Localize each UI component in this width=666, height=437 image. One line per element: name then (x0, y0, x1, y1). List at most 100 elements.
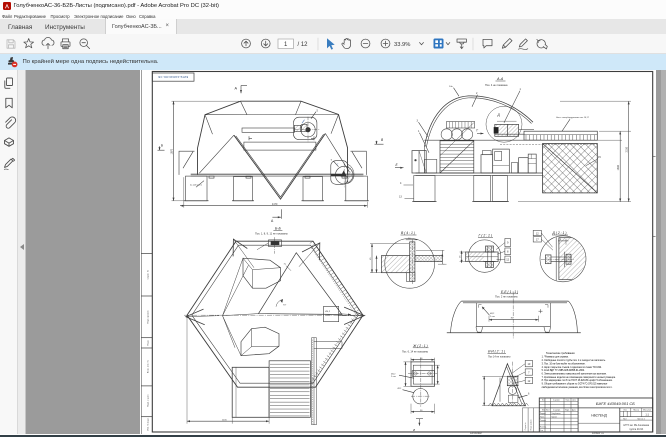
svg-text:Лит.: Лит. (624, 410, 628, 412)
svg-text:Масса: Масса (634, 410, 641, 412)
svg-text:Поз 14 не показано: Поз 14 не показано (488, 356, 511, 359)
svg-text:25: 25 (460, 255, 462, 258)
svg-text:12: 12 (536, 232, 539, 236)
svg-text:Технические требования: Технические требования (546, 352, 575, 355)
svg-text:Изм: Изм (542, 400, 545, 402)
svg-text:Е: Е (396, 163, 399, 167)
svg-text:Справ. №: Справ. № (524, 423, 527, 431)
svg-text:Инв. № подл.: Инв. № подл. (147, 418, 150, 431)
svg-text:70°: 70° (283, 305, 286, 307)
svg-text:Ж ( 2 : 1 ): Ж ( 2 : 1 ) (412, 344, 427, 348)
svg-text:БИГЕ.443049.001 СБ: БИГЕ.443049.001 СБ (158, 75, 188, 79)
svg-text:НБСТЕНД: НБСТЕНД (591, 414, 607, 418)
svg-text:3. Поз. 10 на боке выбег на о: 3. Поз. 10 на боке выбег на обозначение. (542, 364, 586, 366)
svg-text:Утв.: Утв. (540, 430, 544, 432)
svg-text:6. Электромеханизмы поверхнос: 6. Электромеханизмы поверхностей креплен… (542, 373, 607, 376)
svg-text:Подп. и дата: Подп. и дата (148, 394, 150, 407)
svg-text:Справ. №: Справ. № (147, 270, 150, 280)
svg-text:группа 20-ЛА: группа 20-ЛА (629, 428, 643, 431)
svg-text:1870: 1870 (170, 149, 173, 155)
svg-text:4. Акрил покрытие стыков с из: 4. Акрил покрытие стыков с изделием по с… (542, 366, 603, 369)
svg-text:7: 7 (528, 371, 530, 375)
svg-text:4170: 4170 (272, 203, 278, 206)
svg-text:1: 1 (418, 130, 420, 133)
svg-text:3: 3 (416, 120, 418, 123)
svg-text:Д ( 2 : 1 ): Д ( 2 : 1 ) (551, 231, 566, 235)
svg-text:Г ( 2 : 1 ): Г ( 2 : 1 ) (478, 234, 491, 238)
svg-text:Б-Б: Б-Б (275, 227, 282, 231)
svg-text:45: 45 (370, 257, 372, 260)
svg-text:Дата: Дата (572, 410, 576, 412)
svg-text:№ докум.: № докум. (553, 399, 560, 402)
svg-text:Б: Б (161, 144, 163, 148)
svg-text:Часть спецоборудования поз. 16: Часть спецоборудования поз. 16,17 (556, 117, 589, 119)
svg-text:И: И (413, 428, 415, 432)
svg-text:2 отв.: 2 отв. (490, 316, 496, 318)
svg-text:10: 10 (527, 362, 530, 366)
svg-text:Т.контр.: Т.контр. (540, 420, 547, 422)
svg-text:Г: Г (476, 129, 478, 133)
svg-text:Н.контр.: Н.контр. (540, 427, 547, 429)
svg-text:Г: Г (337, 163, 339, 167)
svg-text:1. *Размеры для справок.: 1. *Размеры для справок. (542, 357, 569, 359)
svg-text:9. Общие требования к сборке: 9. Общие требования к сборке по ОСТ4 ГО.… (542, 384, 608, 386)
svg-text:/ 12: / 12 (298, 42, 309, 48)
svg-text:Голубченко: Голубченко (551, 413, 560, 415)
svg-text:2. Свободные полости трубы по: 2. Свободные полости трубы поз. 1 и гнез… (542, 360, 607, 362)
svg-text:Подп.: Подп. (565, 410, 570, 412)
svg-text:5: 5 (317, 110, 319, 113)
svg-text:Куркин: Куркин (551, 417, 556, 419)
svg-text:Подп.: Подп. (565, 400, 570, 402)
svg-text:8: 8 (507, 250, 509, 254)
svg-text:Взам. инв. №: Взам. инв. № (147, 360, 150, 374)
svg-text:Листов 1: Листов 1 (637, 419, 645, 421)
svg-text:БИГЕ 443049.001 СБ: БИГЕ 443049.001 СБ (596, 401, 635, 406)
svg-text:НГТУ им. Р.Е.Алексеева: НГТУ им. Р.Е.Алексеева (623, 424, 649, 427)
svg-text:Перв. примен.: Перв. примен. (148, 310, 150, 324)
svg-text:Е-Е ( 1 : 1 ): Е-Е ( 1 : 1 ) (501, 290, 518, 294)
svg-text:Ø4,2: Ø4,2 (490, 313, 494, 315)
svg-text:14а: 14а (449, 86, 453, 88)
svg-text:Лист: Лист (623, 419, 627, 421)
svg-text:2: 2 (476, 92, 478, 95)
svg-text:№ докум.: № докум. (553, 409, 561, 412)
svg-text:И-И ( 2 : 1 ): И-И ( 2 : 1 ) (488, 350, 505, 354)
svg-text:А: А (271, 219, 274, 223)
svg-text:4 отв.: 4 отв. (325, 315, 331, 317)
svg-text:Разраб.: Разраб. (540, 413, 547, 415)
svg-text:Ø12: Ø12 (398, 388, 402, 390)
svg-text:1: 1 (519, 88, 521, 91)
svg-text:Дата: Дата (572, 400, 576, 402)
svg-text:81: 81 (511, 318, 514, 320)
svg-text:7: 7 (331, 159, 333, 162)
svg-text:свободнометаллические указания: свободнометаллические указания, все блок… (542, 387, 613, 389)
svg-text:17: 17 (536, 238, 539, 242)
svg-text:2а (14 мест): 2а (14 мест) (190, 185, 202, 187)
svg-text:8. При маркировке тип 8 по ГО: 8. При маркировке тип 8 по ГОСТ 26.020-8… (542, 379, 613, 382)
svg-text:6: 6 (528, 393, 530, 396)
svg-text:12: 12 (506, 258, 509, 262)
svg-text:Поз. 6, 14 не показаны: Поз. 6, 14 не показаны (402, 351, 428, 354)
svg-text:Масштаб: Масштаб (643, 410, 651, 412)
svg-text:7. Крепёжные изделия не отвеч: 7. Крепёжные изделия не отвечающие повер… (542, 377, 616, 379)
svg-text:Поз. 1, 8, 9, 11 не показаны: Поз. 1, 8, 9, 11 не показаны (255, 232, 288, 236)
svg-text:Пров.: Пров. (540, 417, 545, 419)
svg-text:А-А: А-А (496, 77, 504, 81)
svg-text:2150: 2150 (625, 147, 628, 153)
svg-text:Подп.: Подп. (148, 340, 150, 346)
svg-text:33.9%: 33.9% (394, 42, 410, 48)
svg-text:Д: Д (496, 113, 500, 117)
svg-text:Поз. 2 не показана: Поз. 2 не показана (495, 295, 518, 299)
svg-text:13: 13 (399, 196, 402, 199)
svg-text:Лист: Лист (546, 410, 550, 412)
svg-text:А: А (234, 87, 237, 91)
svg-text:Ø4,2: Ø4,2 (325, 311, 331, 313)
svg-text:В ( 4 : 1 ): В ( 4 : 1 ) (401, 231, 415, 235)
svg-text:В: В (381, 138, 384, 142)
svg-text:Ø4,2: Ø4,2 (391, 374, 395, 376)
svg-text:1105: 1105 (222, 420, 227, 422)
svg-text:1:1: 1:1 (645, 413, 649, 417)
svg-text:Поз. 4 не показана: Поз. 4 не показана (485, 83, 508, 87)
svg-text:1630: 1630 (617, 165, 620, 171)
svg-text:9: 9 (507, 241, 509, 245)
